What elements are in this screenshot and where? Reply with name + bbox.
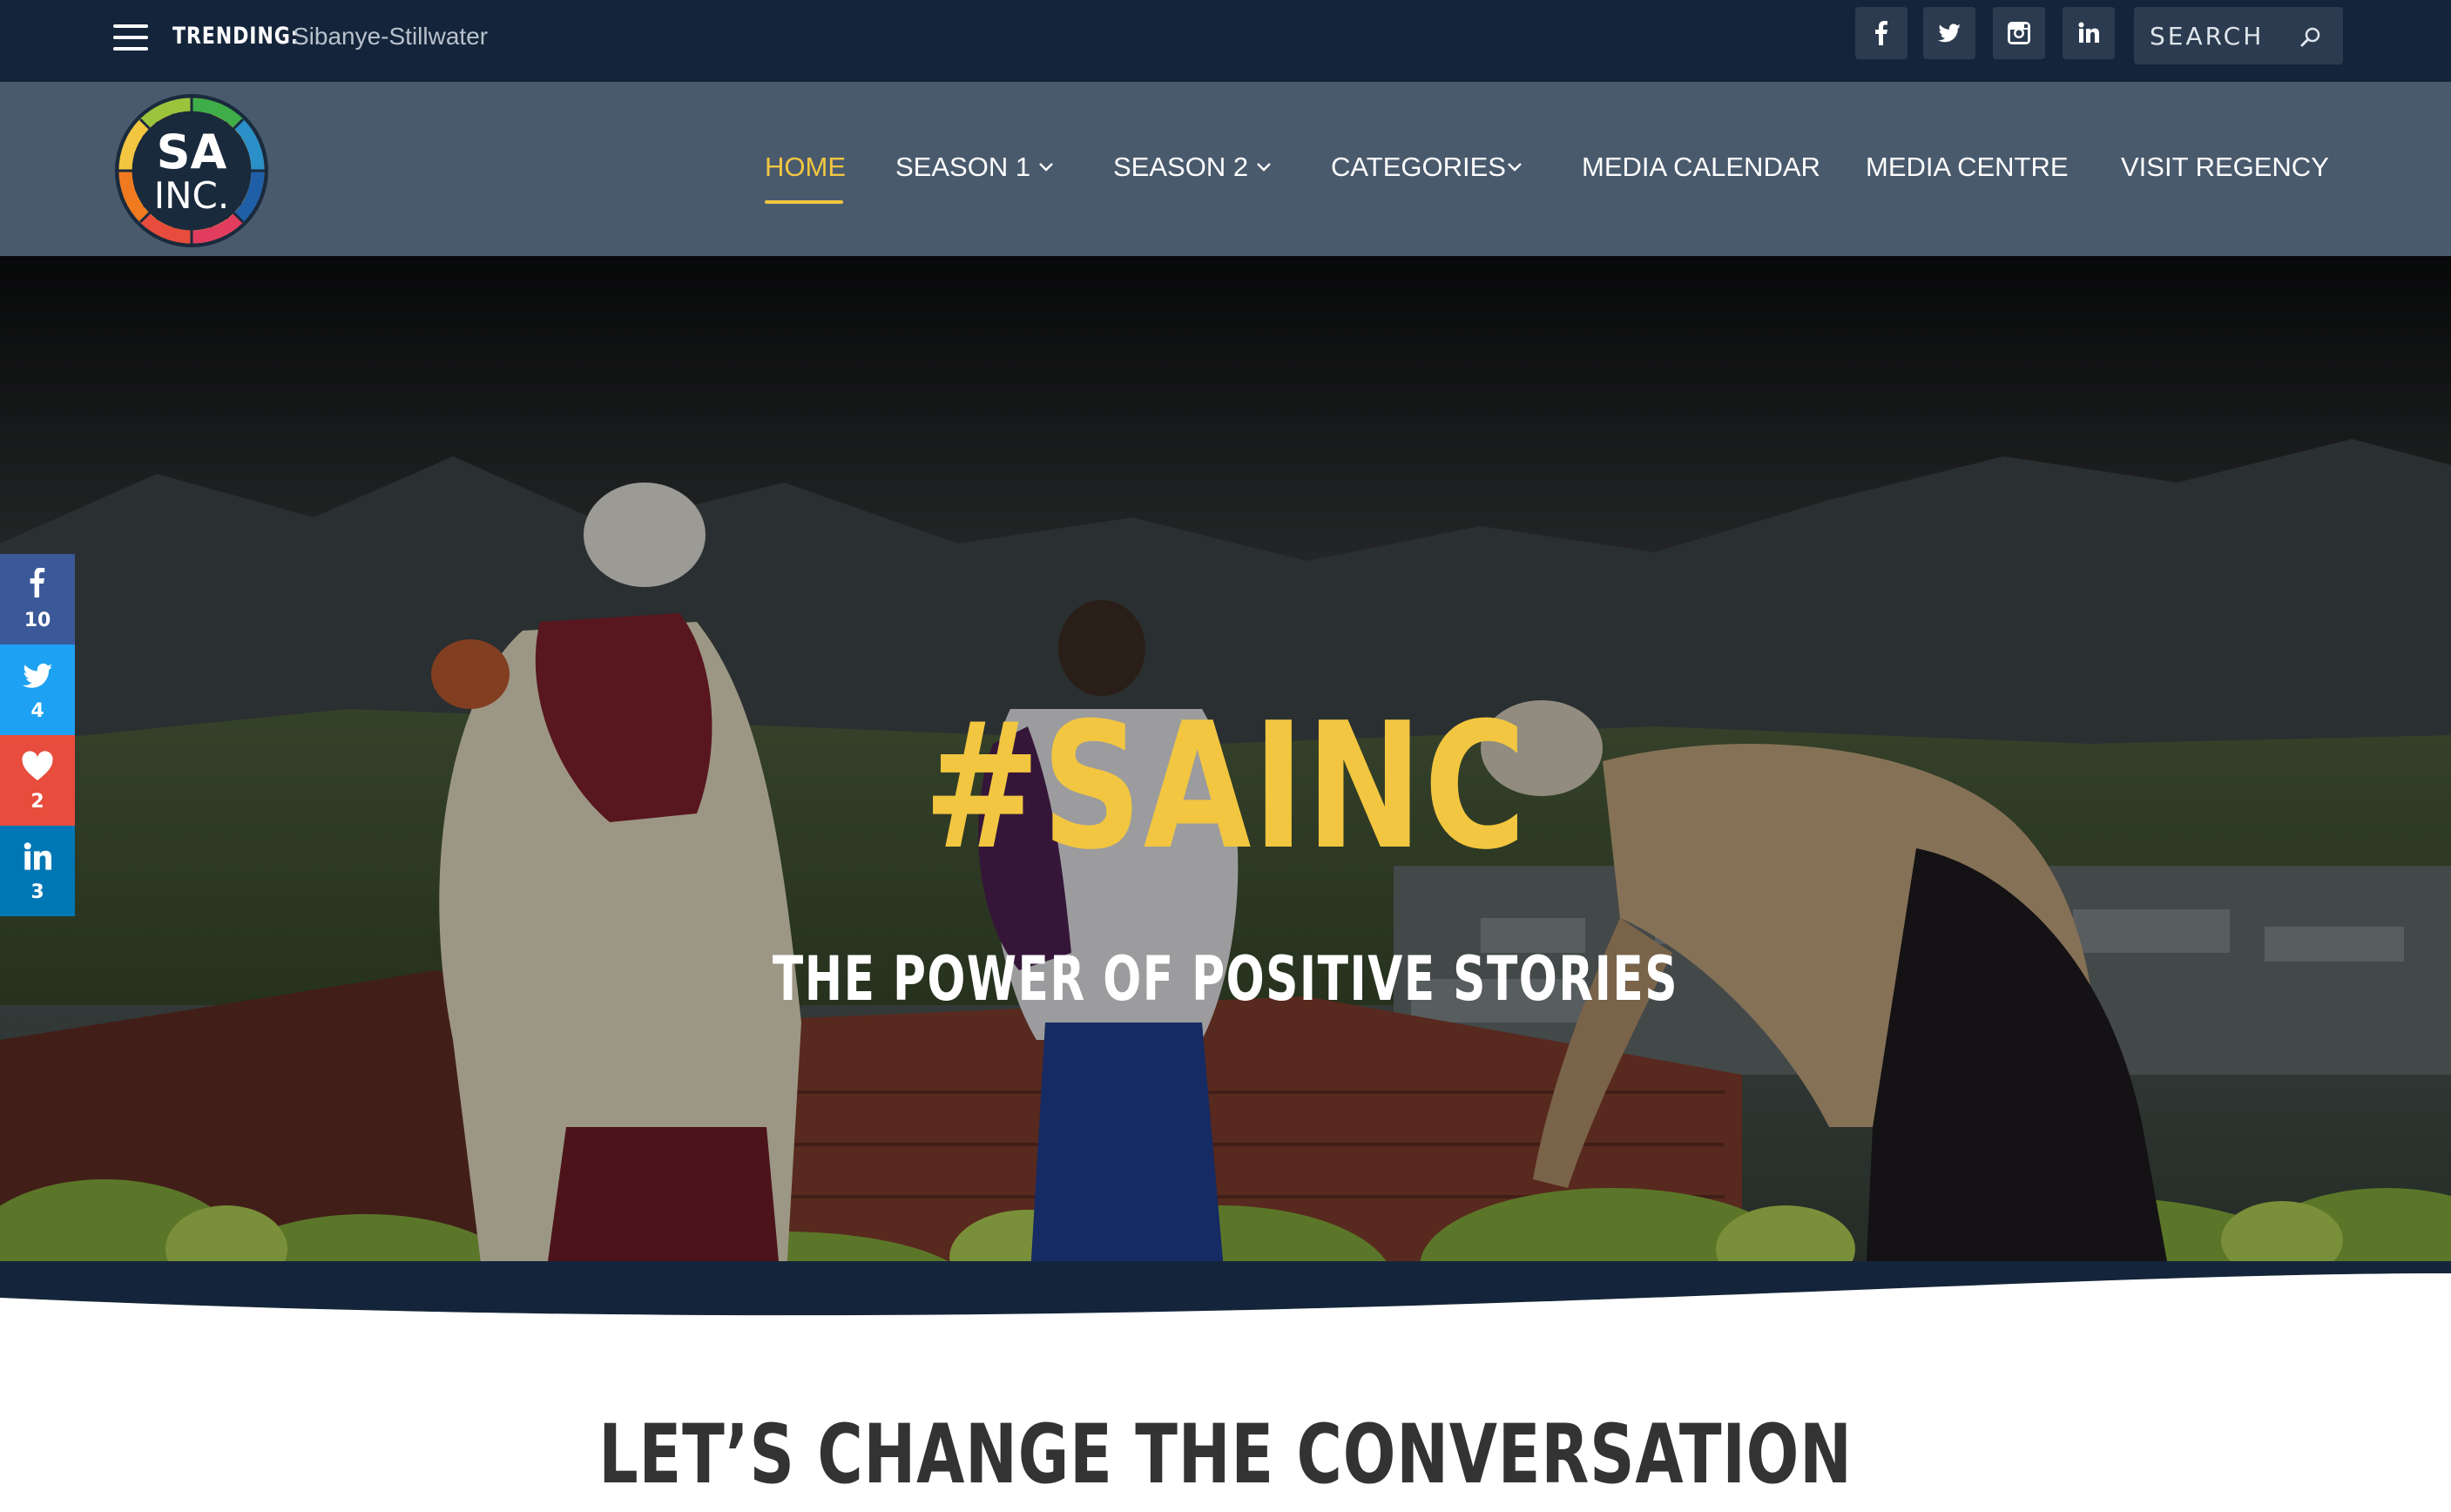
instagram-icon [2008, 22, 2030, 44]
nav-season-2[interactable]: SEASON 2 [1113, 152, 1248, 183]
site-logo[interactable]: SA INC. [114, 93, 269, 248]
logo-line-1: SA [157, 125, 227, 179]
linkedin-link[interactable] [2063, 7, 2115, 59]
hero-banner: #SAINC THE POWER OF POSITIVE STORIES [0, 256, 2451, 1319]
trending-link[interactable]: Sibanye-Stillwater [293, 23, 488, 51]
share-love-count: 2 [30, 791, 44, 813]
twitter-icon [22, 663, 53, 688]
instagram-link[interactable] [1993, 7, 2045, 59]
linkedin-icon [2078, 22, 2099, 43]
nav-season-1[interactable]: SEASON 1 [895, 152, 1030, 183]
facebook-link[interactable] [1855, 7, 1907, 59]
share-facebook-button[interactable]: 10 [0, 554, 75, 645]
share-linkedin-count: 3 [30, 881, 44, 903]
nav-media-centre[interactable]: MEDIA CENTRE [1866, 152, 2069, 183]
trending-label: TRENDING: [172, 23, 300, 50]
hero-title: #SAINC [923, 685, 1528, 888]
hero-subtitle: THE POWER OF POSITIVE STORIES [772, 943, 1679, 1015]
nav-categories[interactable]: CATEGORIES [1331, 152, 1506, 183]
nav-active-underline [765, 200, 843, 204]
share-facebook-count: 10 [24, 610, 51, 631]
search-icon[interactable] [2299, 26, 2322, 49]
nav-visit-regency[interactable]: VISIT REGENCY [2121, 152, 2329, 183]
share-twitter-button[interactable]: 4 [0, 645, 75, 735]
search-box [2134, 7, 2343, 64]
share-twitter-count: 4 [30, 700, 44, 722]
facebook-icon [30, 568, 45, 597]
twitter-icon [1938, 24, 1961, 43]
chevron-down-icon[interactable] [1256, 162, 1272, 172]
share-linkedin-button[interactable]: 3 [0, 826, 75, 916]
nav-home[interactable]: HOME [765, 152, 846, 183]
facebook-icon [1875, 21, 1887, 45]
twitter-link[interactable] [1923, 7, 1975, 59]
linkedin-icon [24, 842, 51, 870]
top-bar: TRENDING: Sibanye-Stillwater [0, 0, 2451, 82]
section-heading: LET’S CHANGE THE CONVERSATION [598, 1407, 1853, 1502]
wave-divider [0, 1261, 2451, 1319]
chevron-down-icon[interactable] [1038, 162, 1054, 172]
menu-icon[interactable] [113, 24, 148, 51]
chevron-down-icon[interactable] [1507, 162, 1523, 172]
share-love-button[interactable]: 2 [0, 735, 75, 826]
search-input[interactable] [2150, 16, 2298, 56]
logo-line-2: INC. [154, 174, 229, 217]
heart-icon [22, 751, 53, 780]
nav-media-calendar[interactable]: MEDIA CALENDAR [1582, 152, 1820, 183]
